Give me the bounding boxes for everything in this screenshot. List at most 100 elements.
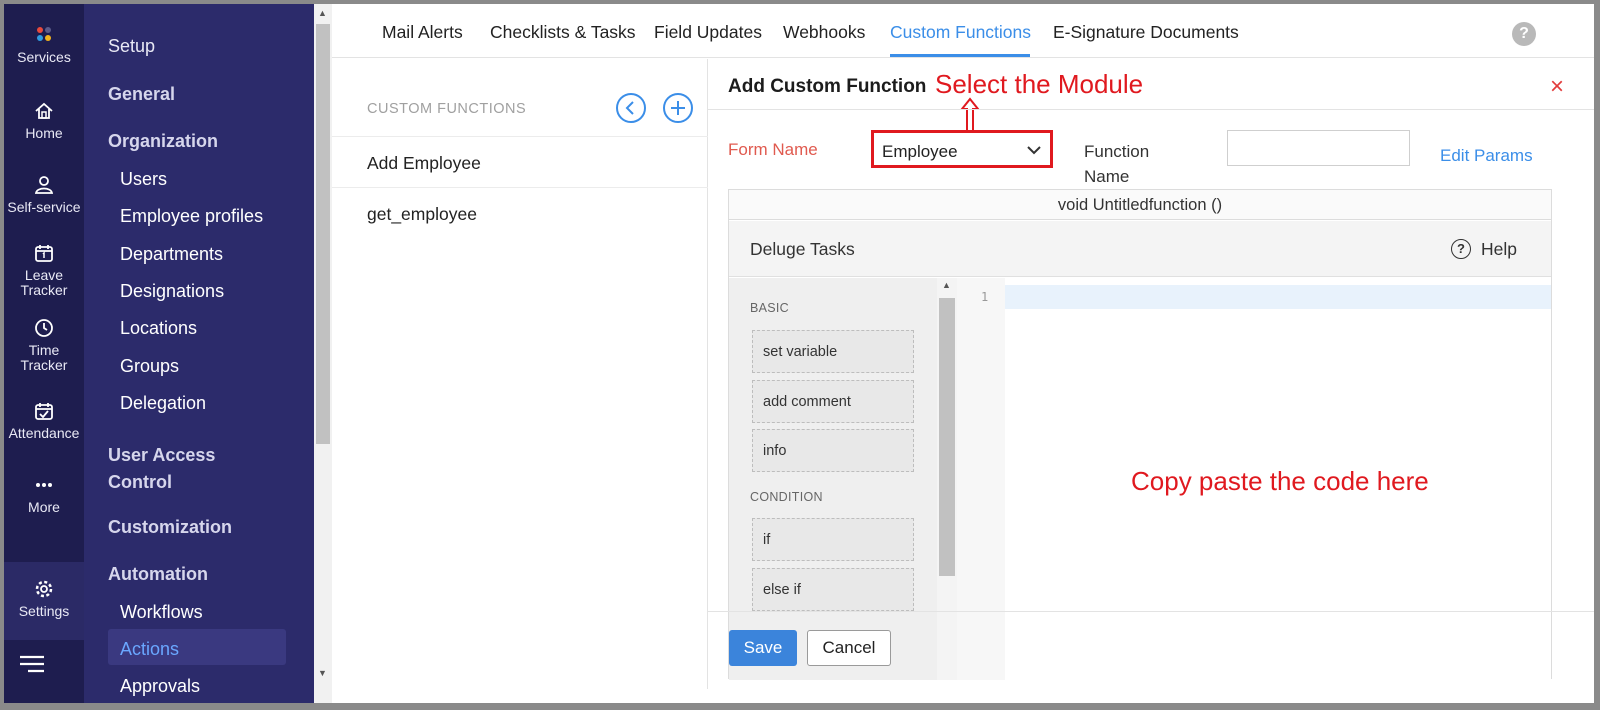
- plus-icon: [671, 101, 685, 115]
- nav-scrollbar-thumb[interactable]: [316, 24, 330, 444]
- rail-more[interactable]: More: [4, 474, 84, 515]
- task-set-variable[interactable]: set variable: [752, 330, 914, 373]
- deluge-tasks-header: Deluge Tasks ? Help: [729, 221, 1551, 277]
- top-tabs: Mail Alerts Checklists & Tasks Field Upd…: [332, 4, 1594, 58]
- rail-attendance[interactable]: Attendance: [4, 400, 84, 441]
- list-divider: [332, 136, 708, 137]
- home-icon: [33, 100, 55, 122]
- panel-title: Add Custom Function: [728, 76, 927, 97]
- nav-locations[interactable]: Locations: [120, 318, 197, 339]
- tab-esignature[interactable]: E-Signature Documents: [1053, 22, 1239, 43]
- app-window: Services Home Self-service Leave Tracker…: [0, 0, 1600, 710]
- close-icon[interactable]: ×: [1550, 73, 1564, 101]
- line-number: 1: [981, 290, 989, 304]
- list-divider: [332, 187, 708, 188]
- function-name-label-line2: Name: [1084, 167, 1130, 186]
- annotation-arrow-icon: [960, 97, 980, 132]
- chevron-left-icon: [625, 101, 634, 115]
- rail-self-service-label: Self-service: [7, 199, 81, 215]
- calendar-icon: [33, 242, 55, 264]
- custom-functions-list: CUSTOM FUNCTIONS Add Employee get_employ…: [332, 59, 708, 689]
- nav-scrollbar[interactable]: ▲ ▼: [314, 4, 332, 703]
- list-item[interactable]: Add Employee: [367, 153, 481, 174]
- function-name-input[interactable]: [1227, 130, 1410, 166]
- chevron-down-icon: [1027, 146, 1041, 155]
- nav-approvals[interactable]: Approvals: [120, 676, 200, 697]
- scroll-up-arrow-icon[interactable]: ▲: [942, 280, 951, 290]
- nav-delegation[interactable]: Delegation: [120, 393, 206, 414]
- cancel-button[interactable]: Cancel: [807, 630, 891, 666]
- task-palette-scrollbar[interactable]: ▲: [937, 278, 957, 680]
- rail-attendance-label: Attendance: [8, 425, 80, 441]
- services-dots-icon: [33, 24, 55, 46]
- rail-more-label: More: [28, 499, 60, 515]
- rail-time-tracker-label: Time Tracker: [20, 342, 68, 373]
- task-category-condition: CONDITION: [750, 490, 823, 504]
- help-question-icon[interactable]: ?: [1512, 22, 1536, 46]
- nav-employee-profiles[interactable]: Employee profiles: [120, 206, 263, 227]
- nav-designations[interactable]: Designations: [120, 281, 224, 302]
- rail-home-label: Home: [25, 125, 63, 141]
- task-if[interactable]: if: [752, 518, 914, 561]
- nav-user-access-control[interactable]: User Access Control: [108, 442, 238, 496]
- calendar-check-icon: [33, 400, 55, 422]
- function-name-label-line1: Function: [1084, 142, 1150, 161]
- active-code-line[interactable]: [1005, 285, 1551, 309]
- more-dots-icon: [33, 474, 55, 496]
- help-circle-icon[interactable]: ?: [1451, 239, 1471, 259]
- task-else-if[interactable]: else if: [752, 568, 914, 611]
- nav-automation[interactable]: Automation: [108, 564, 208, 585]
- function-name-label: Function Name: [1084, 139, 1149, 189]
- function-signature: void Untitledfunction (): [729, 190, 1551, 220]
- task-add-comment[interactable]: add comment: [752, 380, 914, 423]
- task-info[interactable]: info: [752, 429, 914, 472]
- annotation-copy-paste: Copy paste the code here: [1131, 466, 1429, 496]
- annotation-select-module: Select the Module: [935, 69, 1144, 99]
- rail-leave-tracker[interactable]: Leave Tracker: [4, 242, 84, 298]
- gear-icon: [33, 578, 55, 600]
- add-function-button[interactable]: [663, 93, 693, 123]
- deluge-tasks-title: Deluge Tasks: [750, 239, 855, 259]
- list-item[interactable]: get_employee: [367, 204, 477, 225]
- deluge-task-palette: BASIC set variable add comment info COND…: [729, 278, 937, 680]
- tab-field-updates[interactable]: Field Updates: [654, 22, 762, 43]
- nav-workflows[interactable]: Workflows: [120, 602, 203, 623]
- hamburger-menu-icon[interactable]: [18, 654, 46, 674]
- rail-home[interactable]: Home: [4, 100, 84, 141]
- form-name-select[interactable]: Employee: [871, 130, 1053, 168]
- save-button[interactable]: Save: [729, 630, 797, 666]
- add-custom-function-panel: Add Custom Function Select the Module × …: [708, 59, 1594, 689]
- nav-organization[interactable]: Organization: [108, 131, 218, 152]
- nav-general[interactable]: General: [108, 84, 175, 105]
- user-icon: [33, 174, 55, 196]
- list-title: CUSTOM FUNCTIONS: [367, 101, 527, 117]
- scroll-up-arrow-icon[interactable]: ▲: [318, 8, 327, 18]
- nav-setup: Setup: [108, 36, 156, 56]
- rail-settings-label: Settings: [18, 603, 70, 619]
- icon-rail: Services Home Self-service Leave Tracker…: [4, 4, 84, 703]
- nav-departments[interactable]: Departments: [120, 244, 223, 265]
- help-link[interactable]: Help: [1481, 239, 1517, 260]
- rail-settings[interactable]: Settings: [4, 578, 84, 619]
- footer-divider: [708, 611, 1594, 612]
- rail-self-service[interactable]: Self-service: [4, 174, 84, 215]
- collapse-button[interactable]: [616, 93, 646, 123]
- rail-services[interactable]: Services: [4, 24, 84, 65]
- tab-checklists[interactable]: Checklists & Tasks: [490, 22, 636, 43]
- nav-users[interactable]: Users: [120, 169, 167, 190]
- tab-custom-functions[interactable]: Custom Functions: [890, 22, 1031, 43]
- form-name-value: Employee: [882, 142, 958, 161]
- nav-customization[interactable]: Customization: [108, 517, 232, 538]
- task-palette-scrollbar-thumb[interactable]: [939, 298, 955, 576]
- line-number-gutter: 1: [957, 278, 1005, 680]
- task-category-basic: BASIC: [750, 301, 790, 315]
- tab-mail-alerts[interactable]: Mail Alerts: [382, 22, 463, 43]
- nav-groups[interactable]: Groups: [120, 356, 179, 377]
- nav-actions[interactable]: Actions: [120, 639, 179, 660]
- scroll-down-arrow-icon[interactable]: ▼: [318, 668, 327, 678]
- rail-time-tracker[interactable]: Time Tracker: [4, 317, 84, 373]
- active-tab-underline: [890, 54, 1030, 57]
- edit-params-link[interactable]: Edit Params: [1440, 146, 1533, 166]
- form-name-label: Form Name: [728, 140, 818, 159]
- tab-webhooks[interactable]: Webhooks: [783, 22, 865, 43]
